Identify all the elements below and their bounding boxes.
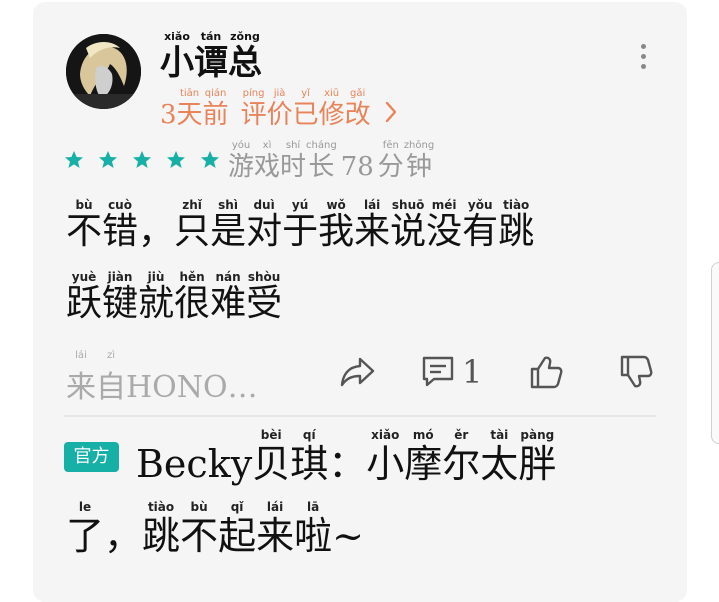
ruby-char: ： [328,442,367,486]
ruby-char: jiù 就 [138,270,175,324]
ruby-char: xiǎo 小 [160,30,194,83]
ruby-char: yóu 游 [228,140,255,182]
ruby-char: shuō 说 [390,198,427,252]
ruby-char: nán 难 [210,270,247,324]
review-line: bù 不 cuò 错 ， zhǐ 只 shì 是 duì 对 yú 于 wǒ 我 lái 来 shuō 说 méi 没… [66,198,534,252]
thumbs-up-icon [530,356,563,389]
ruby-char: xì 戏 [254,140,281,182]
ruby-char: lái 来 [66,350,96,405]
comment-count: 1 [462,353,483,391]
review-meta[interactable]: 3 tiān 天 qián 前 píng 评 jià 价 yǐ 已 xiū 修 gǎi 改 [160,88,397,130]
source-device: lái 来 zì 自 HONO… [66,350,258,406]
ruby-char: qián 前 [202,88,229,130]
playtime: yóu 游 xì 戏 shí 时 cháng 长 78 fēn 分 zhōng 钟 [228,140,434,182]
ruby-char: shòu 受 [246,270,283,324]
ruby-char: mó 摩 [404,428,443,486]
ruby-char: pàng 胖 [518,428,557,486]
ruby-char: le 了 [66,500,105,558]
ruby-char: tiān 天 [176,88,203,130]
thumbs-down-icon [620,355,653,388]
ruby-char: zhǐ 只 [174,198,211,252]
ruby-char: jià 价 [266,88,293,130]
ruby-char: shì 是 [210,198,247,252]
ruby-char: bèi 贝 [252,428,291,486]
more-vertical-icon[interactable] [636,44,650,70]
star-icon [167,151,185,168]
ruby-char: zì 自 [96,350,126,405]
avatar[interactable] [66,34,141,109]
ruby-char: píng 评 [240,88,267,130]
ruby-char: lái 来 [256,500,295,558]
ruby-char: tán 谭 [194,30,228,83]
ruby-char: cháng 长 [306,140,337,182]
user-name[interactable]: xiǎo 小 tán 谭 zǒng 总 [160,30,262,83]
comment-button[interactable] [420,354,456,394]
star-icon [99,151,117,168]
reply-author: Becky [136,442,253,486]
star-icon [133,151,151,168]
like-button[interactable] [528,354,564,394]
ruby-char: bù 不 [180,500,219,558]
chevron-right-icon [385,100,397,130]
ruby-char: yǒu 有 [462,198,499,252]
ruby-char: tiào 跳 [142,500,181,558]
scrollbar[interactable] [711,262,719,444]
ruby-char: gǎi 改 [344,88,371,130]
reply-tail: ~ [332,514,364,558]
ruby-char: fēn 分 [377,140,404,182]
ruby-char: méi 没 [426,198,463,252]
ruby-char: bù 不 [66,198,103,252]
ruby-char: ， [104,514,143,558]
ruby-char: yǐ 已 [292,88,319,130]
ruby-char: tiào 跳 [498,198,535,252]
ruby-char: duì 对 [246,198,283,252]
ruby-char: xiū 修 [318,88,345,130]
ruby-char: hěn 很 [174,270,211,324]
ruby-char: wǒ 我 [318,198,355,252]
review-line: yuè 跃 jiàn 键 jiù 就 hěn 很 nán 难 shòu 受 [66,270,282,324]
reply-line-2[interactable]: le 了 ， tiào 跳 bù 不 qǐ 起 lái 来 lā 啦 ~ [66,500,364,558]
device-name: HONO… [126,370,258,405]
comment-icon [422,356,454,387]
ruby-char: qí 琪 [290,428,329,486]
ruby-char: yuè 跃 [66,270,103,324]
ruby-char: qǐ 起 [218,500,257,558]
ruby-char: cuò 错 [102,198,139,252]
ruby-char: ěr 尔 [442,428,481,486]
star-icon [65,151,83,168]
ruby-char: lā 啦 [294,500,333,558]
ruby-char: shí 时 [280,140,307,182]
ruby-char: yú 于 [282,198,319,252]
ruby-char: 3 [160,100,177,130]
ruby-char: xiǎo 小 [366,428,405,486]
reply-line-1[interactable]: Becky bèi 贝 qí 琪 ： xiǎo 小 mó 摩 ěr 尔 tài 太 pàng 胖 [136,428,556,486]
ruby-char: tài 太 [480,428,519,486]
share-icon [340,357,375,387]
ruby-char: zhōng 钟 [403,140,435,182]
dislike-button[interactable] [618,354,654,394]
ruby-char: ， [138,211,175,252]
share-button[interactable] [340,356,376,392]
ruby-char: lái 来 [354,198,391,252]
ruby-char: zǒng 总 [228,30,262,83]
official-badge: 官方 [64,442,119,472]
playtime-value: 78 [340,152,374,182]
divider [64,415,656,417]
star-icon [201,151,219,168]
ruby-char: jiàn 键 [102,270,139,324]
